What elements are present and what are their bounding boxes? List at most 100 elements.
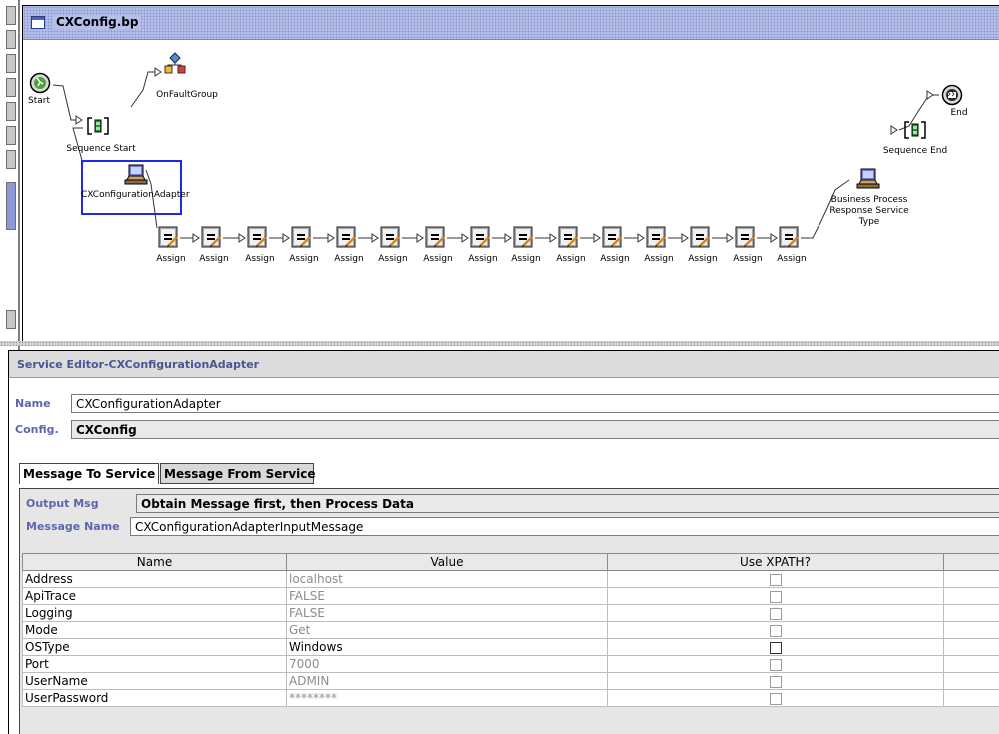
window-icon — [31, 16, 45, 29]
property-name: Port — [22, 655, 287, 673]
use-xpath-cell — [607, 638, 944, 656]
use-xpath-checkbox[interactable] — [769, 675, 782, 688]
column-header-extra — [943, 553, 999, 571]
use-xpath-cell — [607, 689, 944, 707]
assign-icon[interactable] — [336, 226, 358, 252]
assign-label: Assign — [600, 254, 630, 264]
use-xpath-checkbox[interactable] — [769, 624, 782, 637]
property-name: OSType — [22, 638, 287, 656]
ruler-tab[interactable] — [6, 6, 16, 25]
assign-icon[interactable] — [201, 226, 223, 252]
name-label: Name — [15, 397, 51, 410]
table-row[interactable]: Mode Get — [22, 621, 999, 639]
output-msg-select[interactable]: Obtain Message first, then Process Data — [136, 494, 999, 513]
assign-icon[interactable] — [779, 226, 801, 252]
response-service-icon[interactable] — [855, 166, 881, 190]
property-value[interactable]: Windows — [286, 638, 608, 656]
properties-table: Name Value Use XPATH? Address localhost Ap… — [22, 553, 999, 707]
assign-label: Assign — [156, 254, 186, 264]
assign-icon[interactable] — [291, 226, 313, 252]
config-label: Config. — [15, 423, 59, 436]
end-icon[interactable] — [941, 84, 963, 106]
assign-icon[interactable] — [425, 226, 447, 252]
extra-cell — [943, 672, 999, 690]
assign-label: Assign — [289, 254, 319, 264]
property-value[interactable]: Get — [286, 621, 608, 639]
extra-cell — [943, 587, 999, 605]
response-service-label: Business Process Response Service Type — [829, 195, 909, 227]
assign-icon[interactable] — [158, 226, 180, 252]
use-xpath-cell — [607, 587, 944, 605]
use-xpath-cell — [607, 570, 944, 588]
config-field[interactable]: CXConfig — [71, 420, 999, 439]
use-xpath-checkbox[interactable] — [769, 590, 782, 603]
ruler-tab[interactable] — [6, 54, 16, 73]
column-header-name[interactable]: Name — [22, 553, 287, 571]
use-xpath-checkbox[interactable] — [769, 641, 782, 654]
workflow-window: CXConfig.bp Start OnFaultGroup Sequence … — [22, 5, 999, 341]
property-name: UserName — [22, 672, 287, 690]
assign-icon[interactable] — [558, 226, 580, 252]
window-titlebar[interactable]: CXConfig.bp — [23, 6, 999, 40]
tab-message-from-service[interactable]: Message From Service — [160, 463, 316, 484]
extra-cell — [943, 655, 999, 673]
property-name: UserPassword — [22, 689, 287, 707]
property-value[interactable]: ******** — [286, 689, 608, 707]
ruler-tab[interactable] — [6, 310, 16, 329]
use-xpath-checkbox[interactable] — [769, 607, 782, 620]
use-xpath-checkbox[interactable] — [769, 573, 782, 586]
service-editor-header: Service Editor-CXConfigurationAdapter — [9, 351, 999, 378]
property-value[interactable]: 7000 — [286, 655, 608, 673]
use-xpath-cell — [607, 604, 944, 622]
sequence-end-icon[interactable] — [903, 120, 927, 140]
table-header-row: Name Value Use XPATH? — [22, 553, 999, 571]
extra-cell — [943, 621, 999, 639]
name-field[interactable]: CXConfigurationAdapter — [71, 394, 999, 413]
use-xpath-checkbox[interactable] — [769, 658, 782, 671]
ruler-tab[interactable] — [6, 126, 16, 145]
assign-label: Assign — [556, 254, 586, 264]
assign-label: Assign — [733, 254, 763, 264]
ruler-tab[interactable] — [6, 30, 16, 49]
extra-cell — [943, 689, 999, 707]
property-value[interactable]: ADMIN — [286, 672, 608, 690]
table-row[interactable]: ApiTrace FALSE — [22, 587, 999, 605]
tab-message-to-service[interactable]: Message To Service — [19, 463, 159, 484]
extra-cell — [943, 604, 999, 622]
assign-icon[interactable] — [646, 226, 668, 252]
assign-icon[interactable] — [380, 226, 402, 252]
assign-icon[interactable] — [247, 226, 269, 252]
column-header-use-xpath[interactable]: Use XPATH? — [607, 553, 944, 571]
message-name-label: Message Name — [26, 520, 120, 533]
table-row[interactable]: Address localhost — [22, 570, 999, 588]
table-row[interactable]: UserPassword ******** — [22, 689, 999, 707]
message-name-field[interactable]: CXConfigurationAdapterInputMessage — [130, 517, 999, 536]
process-canvas[interactable]: Start OnFaultGroup Sequence Start CXConf… — [23, 40, 999, 342]
property-value[interactable]: FALSE — [286, 587, 608, 605]
table-row[interactable]: UserName ADMIN — [22, 672, 999, 690]
ruler-tab[interactable] — [6, 102, 16, 121]
ruler-selected-tab[interactable] — [6, 182, 16, 230]
assign-label: Assign — [644, 254, 674, 264]
table-row[interactable]: Logging FALSE — [22, 604, 999, 622]
use-xpath-checkbox[interactable] — [769, 692, 782, 705]
assign-icon[interactable] — [513, 226, 535, 252]
assign-label: Assign — [688, 254, 718, 264]
split-pane-divider[interactable] — [0, 341, 999, 346]
assign-connectors — [180, 225, 820, 243]
end-label: End — [950, 108, 968, 118]
column-header-value[interactable]: Value — [286, 553, 608, 571]
root: CXConfig.bp Start OnFaultGroup Sequence … — [0, 0, 999, 734]
table-row[interactable]: Port 7000 — [22, 655, 999, 673]
assign-icon[interactable] — [470, 226, 492, 252]
ruler-tab[interactable] — [6, 78, 16, 97]
assign-icon[interactable] — [735, 226, 757, 252]
assign-icon[interactable] — [690, 226, 712, 252]
property-value[interactable]: FALSE — [286, 604, 608, 622]
table-row[interactable]: OSType Windows — [22, 638, 999, 656]
property-value[interactable]: localhost — [286, 570, 608, 588]
window-title: CXConfig.bp — [53, 15, 142, 29]
ruler-tab[interactable] — [6, 150, 16, 169]
property-name: ApiTrace — [22, 587, 287, 605]
assign-icon[interactable] — [602, 226, 624, 252]
